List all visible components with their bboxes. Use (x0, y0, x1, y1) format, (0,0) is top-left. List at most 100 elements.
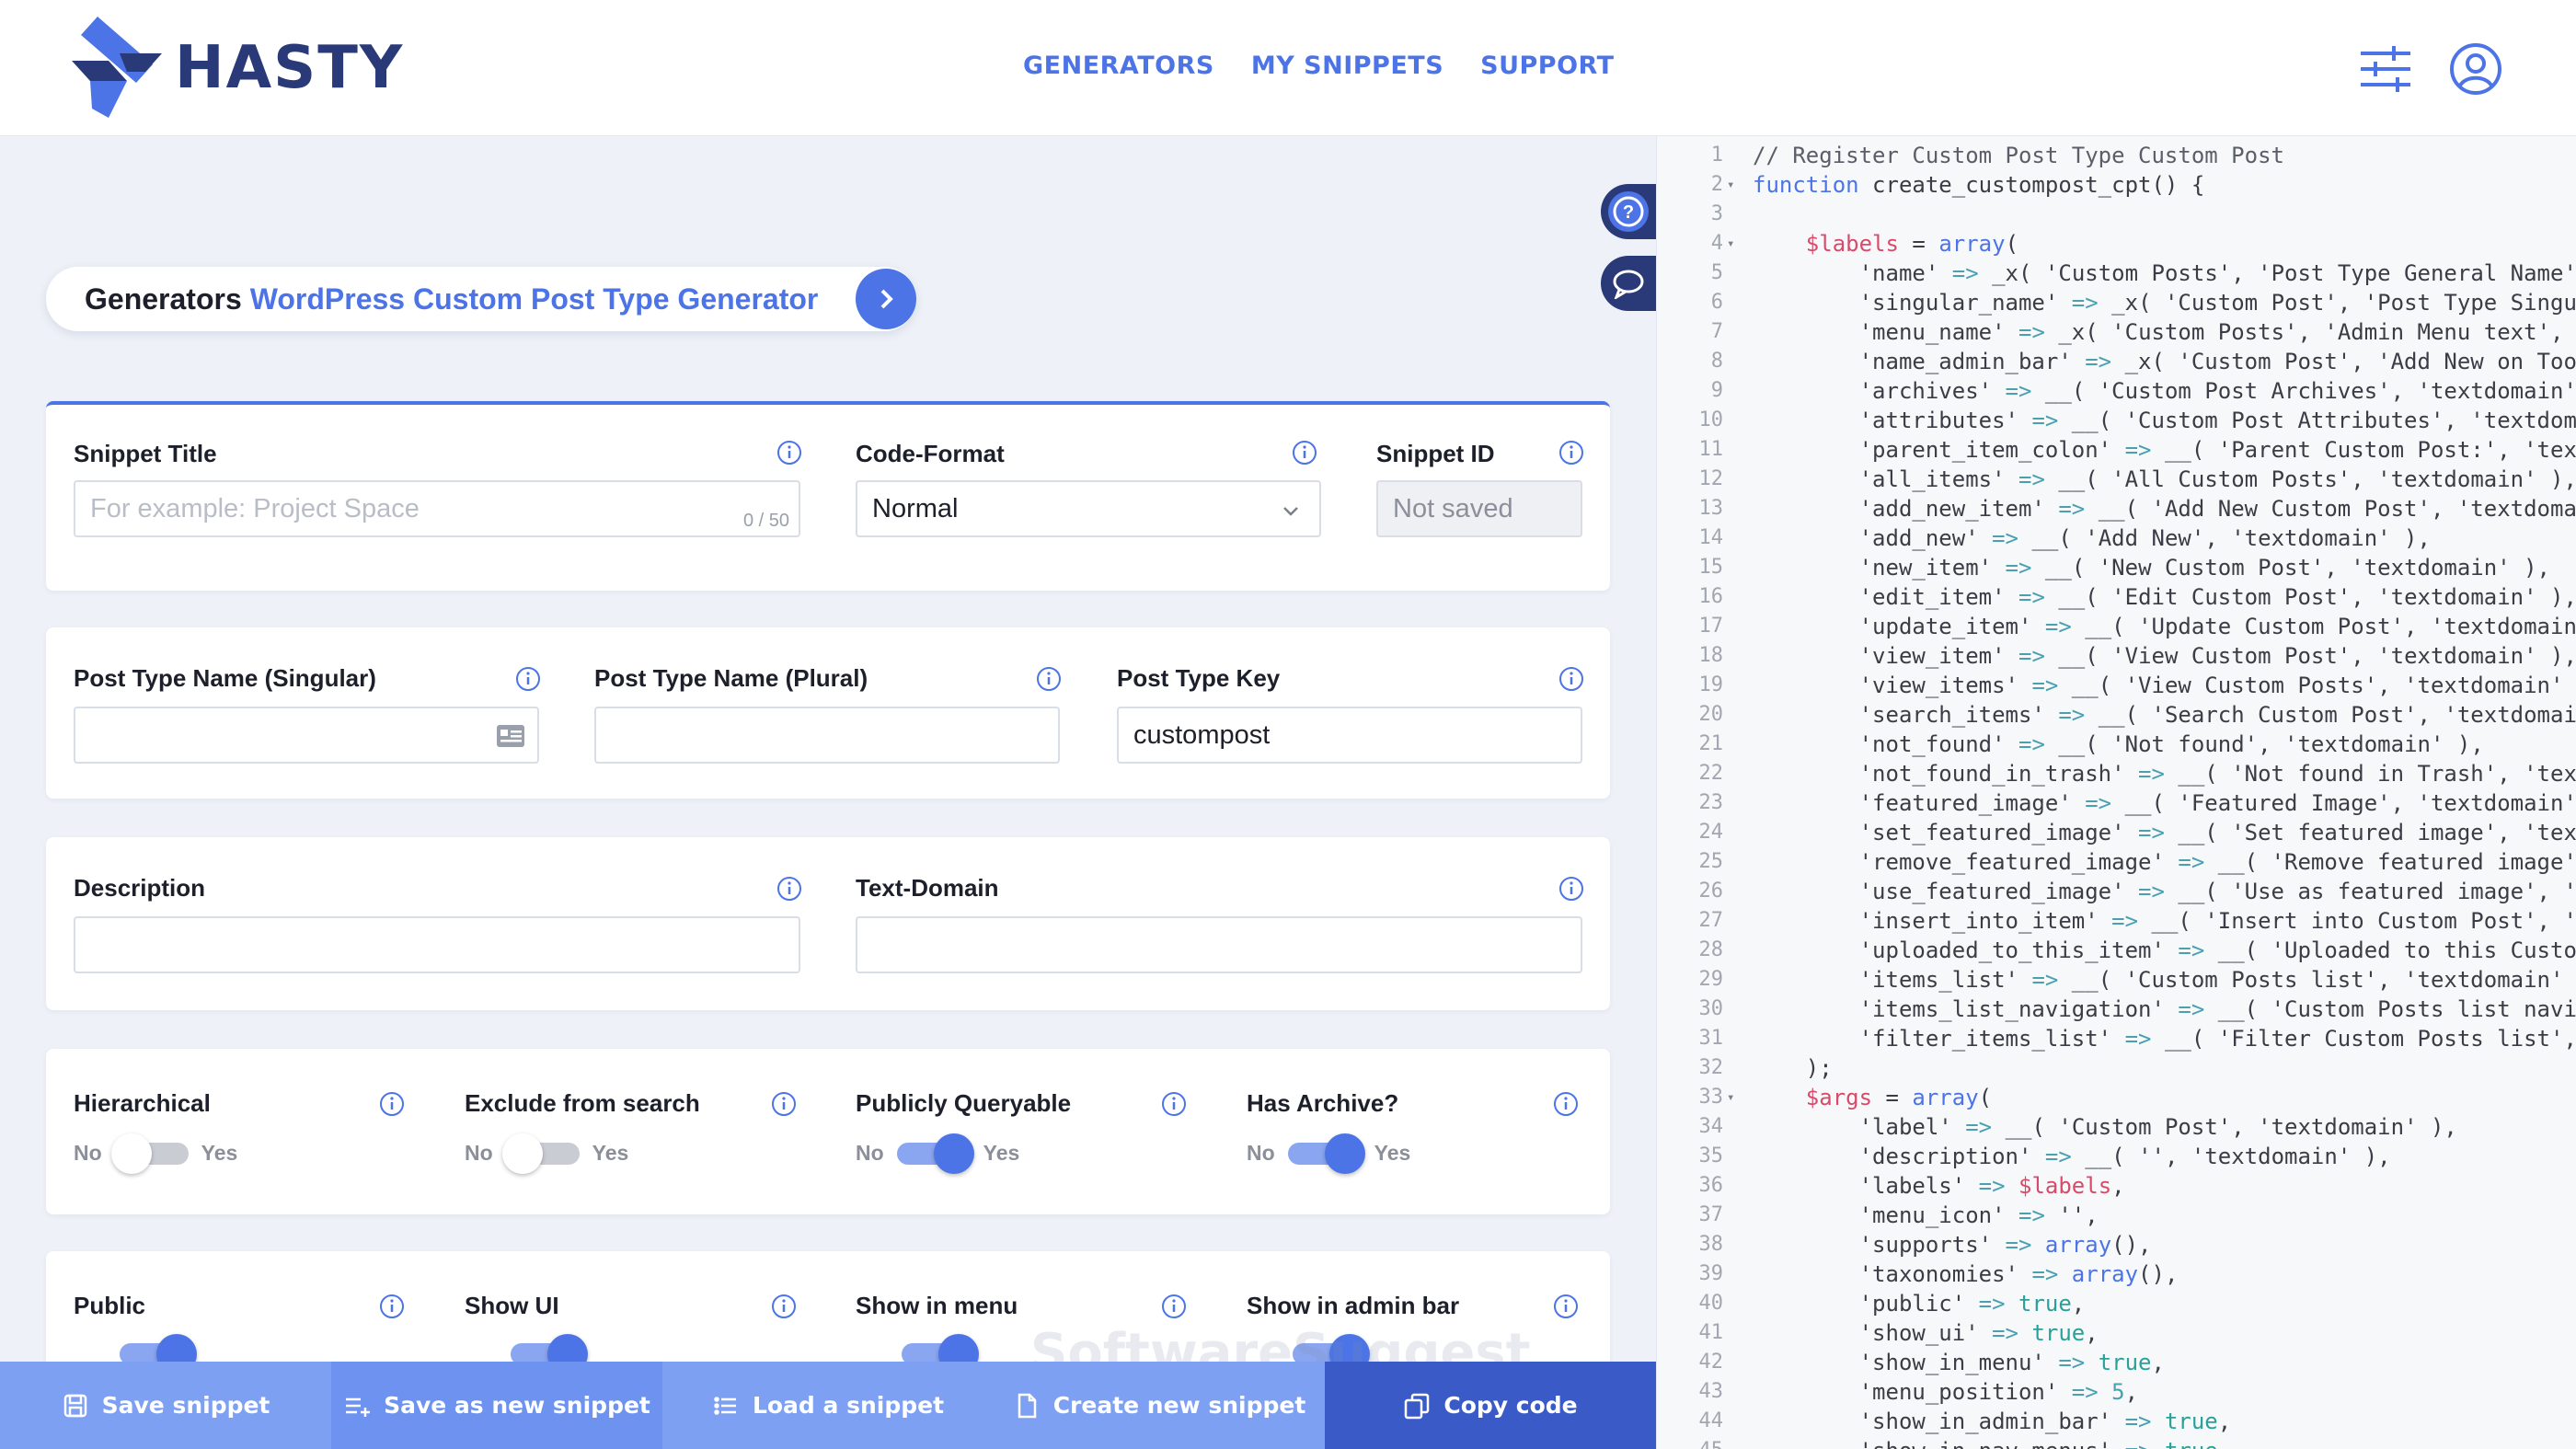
line-number: 1 (1710, 144, 1723, 167)
list-add-icon (346, 1397, 371, 1417)
fold-arrow-icon[interactable]: ▾ (1727, 170, 1734, 200)
info-icon[interactable] (776, 876, 802, 902)
copy-code-button[interactable]: Copy code (1325, 1362, 1656, 1449)
exclude-from-search-toggle[interactable]: No Yes (465, 1133, 628, 1174)
code-editor[interactable]: 1 // Register Custom Post Type Custom Pos… (1656, 136, 2576, 1449)
description-input[interactable] (74, 916, 800, 973)
fold-arrow-icon[interactable]: ▾ (1727, 1083, 1734, 1112)
code-line: 43 'menu_position' => 5, (1657, 1377, 2576, 1407)
code-text: 'show_ui' => true, (1858, 1320, 2099, 1346)
info-icon[interactable] (1292, 440, 1317, 466)
code-line: 36 'labels' => $labels, (1657, 1171, 2576, 1201)
has-archive-toggle[interactable]: No Yes (1247, 1133, 1410, 1174)
info-icon[interactable] (776, 440, 802, 466)
info-icon[interactable] (771, 1294, 797, 1319)
info-icon[interactable] (379, 1091, 405, 1117)
code-line: 11 'parent_item_colon' => __( 'Parent Cu… (1657, 435, 2576, 465)
code-text: $args = array( (1805, 1085, 1993, 1110)
code-line: 15 'new_item' => __( 'New Custom Post', … (1657, 553, 2576, 582)
code-line: 41 'show_ui' => true, (1657, 1318, 2576, 1348)
post-type-singular-input[interactable] (74, 707, 539, 764)
code-text: 'name' => _x( 'Custom Posts', 'Post Type… (1858, 260, 2576, 286)
info-icon[interactable] (379, 1294, 405, 1319)
nav-support[interactable]: SUPPORT (1480, 52, 1614, 80)
code-line: 34 'label' => __( 'Custom Post', 'textdo… (1657, 1112, 2576, 1142)
post-type-key-label: Post Type Key (1117, 664, 1281, 692)
info-icon[interactable] (1036, 666, 1062, 692)
info-icon[interactable] (1161, 1091, 1187, 1117)
snippet-id-field: Not saved (1376, 480, 1582, 537)
nav-generators[interactable]: GENERATORS (1023, 52, 1214, 80)
code-line: 2 ▾ function create_custompost_cpt() { (1657, 170, 2576, 200)
line-number: 26 (1698, 880, 1724, 903)
create-new-snippet-button[interactable]: Create new snippet (994, 1362, 1325, 1449)
breadcrumb-section[interactable]: Generators (85, 282, 242, 316)
info-icon[interactable] (771, 1091, 797, 1117)
line-number: 29 (1698, 968, 1724, 991)
list-icon (714, 1396, 736, 1415)
save-snippet-button[interactable]: Save snippet (0, 1362, 331, 1449)
info-icon[interactable] (1553, 1091, 1579, 1117)
line-number: 42 (1698, 1351, 1724, 1374)
help-button[interactable]: ? (1601, 184, 1656, 239)
code-text: 'show_in_admin_bar' => true, (1858, 1409, 2232, 1434)
code-line: 7 'menu_name' => _x( 'Custom Posts', 'Ad… (1657, 317, 2576, 347)
code-line: 35 'description' => __( '', 'textdomain'… (1657, 1142, 2576, 1171)
code-line: 45 'show_in_nav_menus' => true, (1657, 1436, 2576, 1449)
info-icon[interactable] (515, 666, 541, 692)
line-number: 11 (1698, 438, 1724, 461)
info-icon[interactable] (1558, 876, 1584, 902)
text-domain-input[interactable] (856, 916, 1582, 973)
load-snippet-button[interactable]: Load a snippet (662, 1362, 994, 1449)
info-icon[interactable] (1553, 1294, 1579, 1319)
text-domain-label: Text-Domain (856, 874, 999, 902)
bottom-toolbar: Save snippet Save as new snippet Load a … (0, 1362, 1656, 1449)
code-text: 'set_featured_image' => __( 'Set feature… (1858, 820, 2576, 845)
line-number: 33 (1698, 1086, 1724, 1109)
line-number: 18 (1698, 644, 1724, 667)
chevron-down-icon (1283, 507, 1298, 516)
post-type-key-input[interactable]: custompost (1117, 707, 1582, 764)
exclude-from-search-label: Exclude from search (465, 1089, 700, 1117)
code-line: 44 'show_in_admin_bar' => true, (1657, 1407, 2576, 1436)
code-text: 'filter_items_list' => __( 'Filter Custo… (1858, 1026, 2576, 1052)
code-line: 27 'insert_into_item' => __( 'Insert int… (1657, 906, 2576, 936)
code-text: 'singular_name' => _x( 'Custom Post', 'P… (1858, 290, 2576, 316)
hierarchical-toggle[interactable]: No Yes (74, 1133, 237, 1174)
code-text: 'show_in_nav_menus' => true, (1753, 1436, 2232, 1449)
fold-arrow-icon[interactable]: ▾ (1727, 229, 1734, 259)
copy-icon (1405, 1393, 1430, 1419)
save-as-new-snippet-button[interactable]: Save as new snippet (331, 1362, 662, 1449)
code-text: 'view_item' => __( 'View Custom Post', '… (1858, 643, 2576, 669)
top-bar: HASTY GENERATORS MY SNIPPETS SUPPORT (0, 0, 2576, 136)
line-number: 3 (1710, 202, 1723, 225)
line-number: 40 (1698, 1292, 1724, 1315)
breadcrumb-page: WordPress Custom Post Type Generator (249, 282, 819, 316)
post-type-plural-input[interactable] (594, 707, 1060, 764)
toggle-no-label: No (465, 1141, 493, 1165)
breadcrumb-next-button[interactable] (856, 269, 916, 329)
code-text: 'show_in_menu' => true, (1858, 1350, 2165, 1375)
logo[interactable]: HASTY (72, 17, 404, 120)
info-icon[interactable] (1558, 440, 1584, 466)
line-number: 4 (1710, 232, 1723, 255)
line-number: 15 (1698, 556, 1724, 579)
sliders-icon[interactable] (2357, 40, 2414, 98)
code-format-select[interactable]: Normal (856, 480, 1321, 537)
line-number: 38 (1698, 1233, 1724, 1256)
line-number: 31 (1698, 1027, 1724, 1050)
code-text: 'attributes' => __( 'Custom Post Attribu… (1858, 408, 2576, 433)
user-circle-icon[interactable] (2447, 40, 2504, 98)
line-number: 30 (1698, 997, 1724, 1020)
chat-button[interactable] (1601, 256, 1656, 311)
nav-my-snippets[interactable]: MY SNIPPETS (1251, 52, 1443, 80)
info-icon[interactable] (1558, 666, 1584, 692)
snippet-title-input[interactable]: For example: Project Space 0 / 50 (74, 480, 800, 537)
code-line: 37 'menu_icon' => '', (1657, 1201, 2576, 1230)
info-icon[interactable] (1161, 1294, 1187, 1319)
has-archive-label: Has Archive? (1247, 1089, 1399, 1117)
main-nav: GENERATORS MY SNIPPETS SUPPORT (1023, 52, 1615, 80)
code-line: 31 'filter_items_list' => __( 'Filter Cu… (1657, 1024, 2576, 1053)
code-text: // Register Custom Post Type Custom Post (1753, 143, 2284, 168)
publicly-queryable-toggle[interactable]: No Yes (856, 1133, 1019, 1174)
